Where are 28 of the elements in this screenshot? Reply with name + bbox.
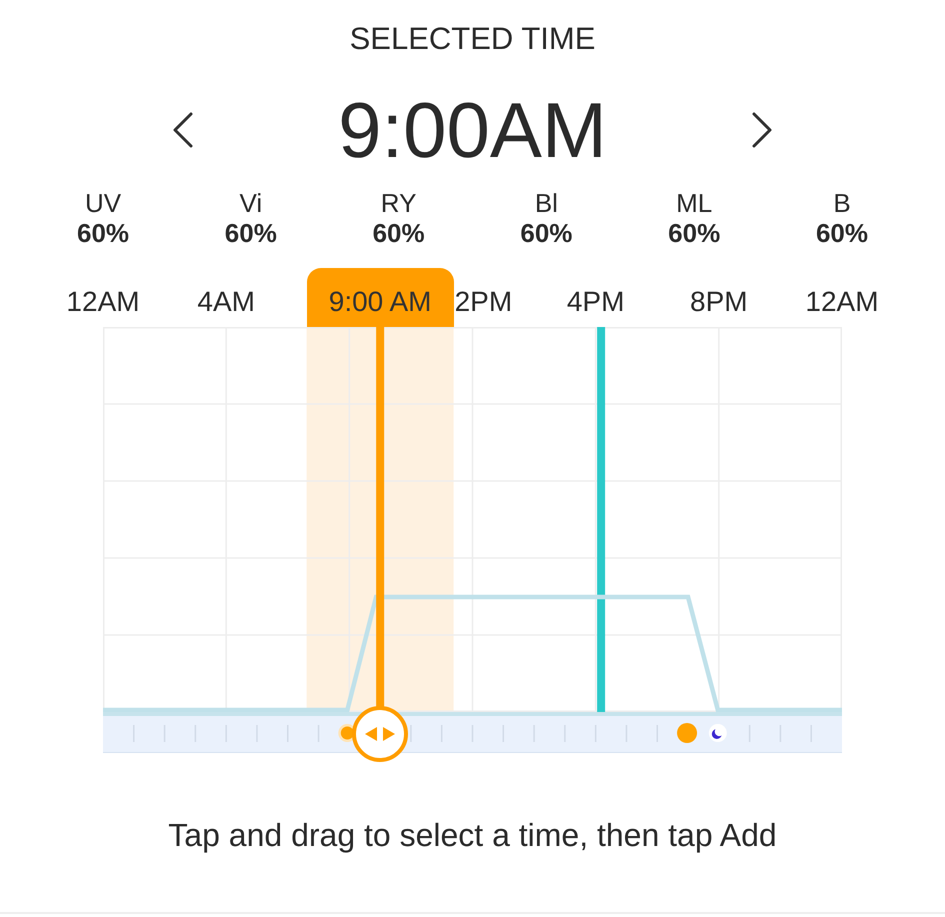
channel-value: 60% xyxy=(520,218,572,248)
channel-value: 60% xyxy=(224,218,277,248)
axis-label: 8PM xyxy=(690,285,748,319)
channel-value: 60% xyxy=(372,218,425,248)
channel-value: 60% xyxy=(668,218,720,248)
axis-label: 12AM xyxy=(805,285,879,319)
channel-value: 60% xyxy=(76,218,130,248)
channel-name: UV xyxy=(84,188,122,218)
axis-label: 4AM xyxy=(197,285,255,319)
channel-name: RY xyxy=(380,188,416,218)
axis-label: 2PM xyxy=(454,285,512,319)
section-title: SELECTED TIME xyxy=(350,21,596,57)
hint-text: Tap and drag to select a time, then tap Add xyxy=(168,816,777,854)
axis-label: 4PM xyxy=(566,285,624,319)
chevron-left-icon xyxy=(172,112,194,148)
channel-name: ML xyxy=(676,188,712,218)
channel-value: 60% xyxy=(816,218,868,248)
timeline-track[interactable] xyxy=(103,706,842,762)
dot-icon xyxy=(677,723,698,743)
channel-name: Vi xyxy=(239,188,262,218)
channel-name: Bl xyxy=(534,188,558,218)
left-right-arrows-icon xyxy=(365,727,396,741)
selected-time: 9:00AM xyxy=(338,91,607,169)
time-badge: 9:00 AM xyxy=(306,268,454,327)
axis-label: 12AM xyxy=(66,285,140,319)
chevron-right-icon xyxy=(750,112,773,148)
channel-name: B xyxy=(833,188,851,218)
moon-icon xyxy=(708,724,727,742)
